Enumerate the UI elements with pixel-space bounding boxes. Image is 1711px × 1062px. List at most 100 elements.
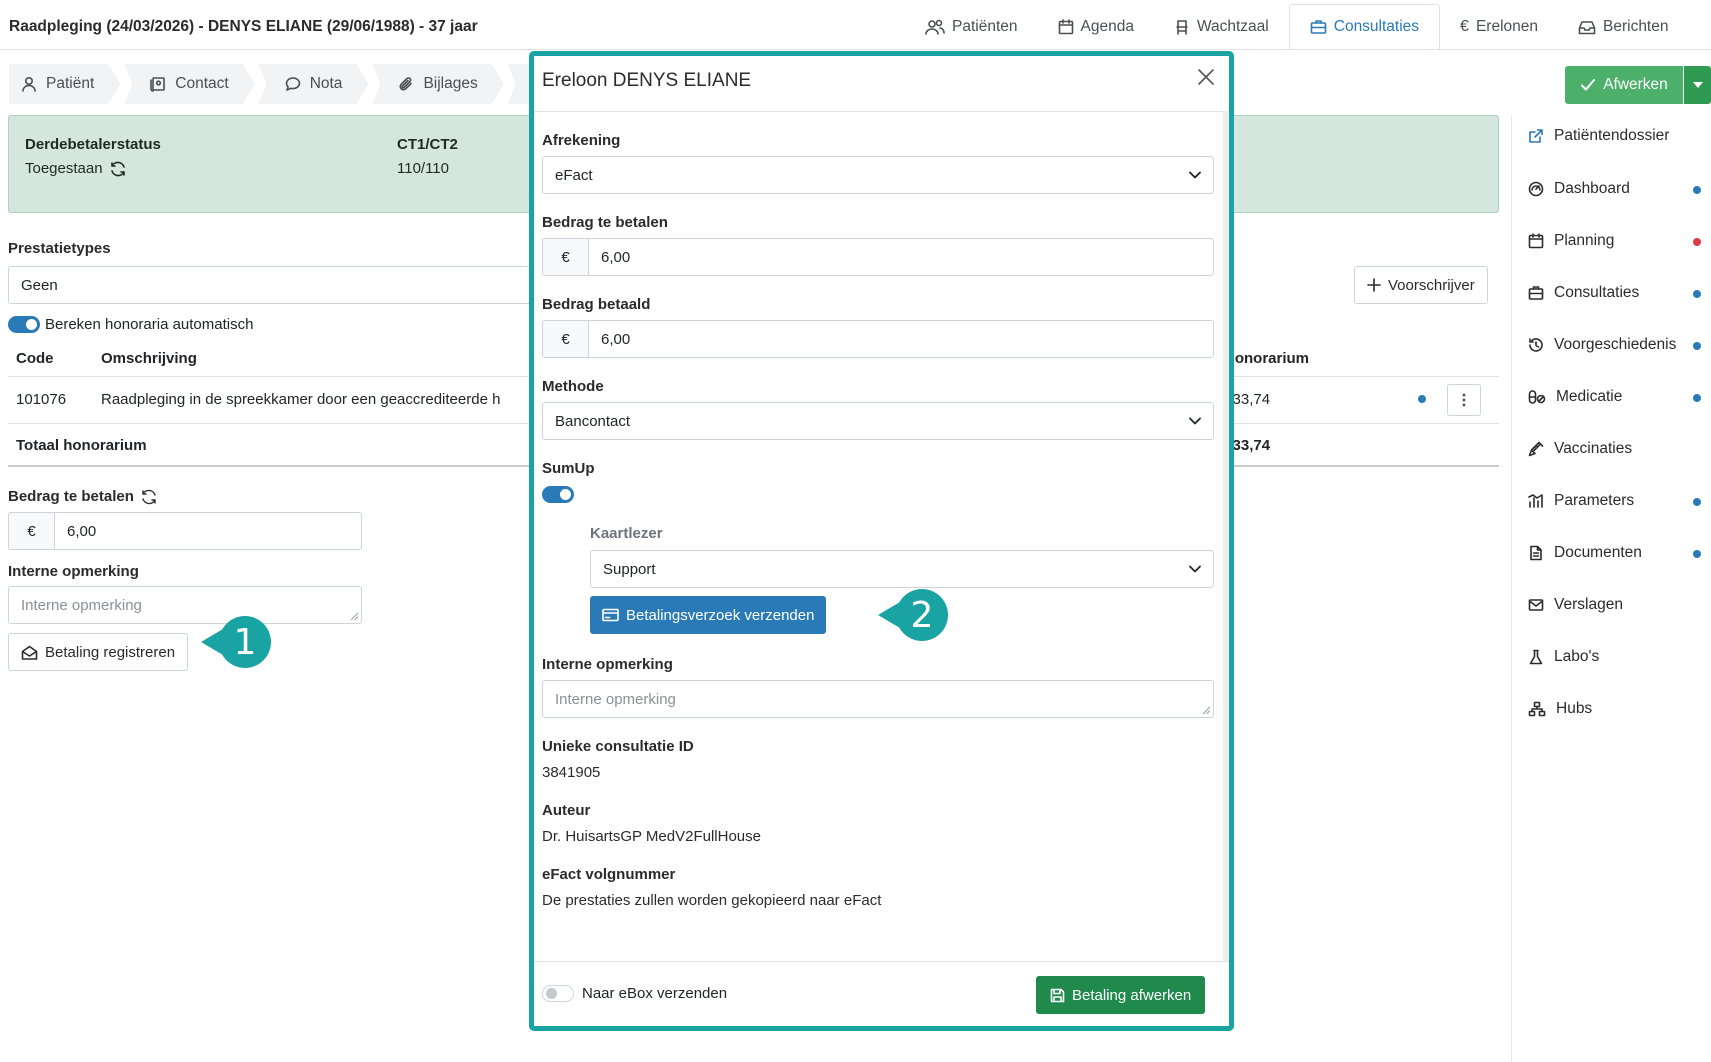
consultation-subtabs: Patiënt Contact Nota Bijlages bbox=[9, 64, 584, 104]
refresh-icon[interactable] bbox=[140, 489, 158, 505]
tab-erelonen[interactable]: € Erelonen bbox=[1440, 4, 1558, 50]
total-label: Totaal honorarium bbox=[16, 437, 147, 454]
tab-agenda[interactable]: Agenda bbox=[1038, 4, 1154, 50]
side-item-label: Vaccinaties bbox=[1554, 440, 1633, 457]
subtab-contact[interactable]: Contact bbox=[124, 64, 254, 104]
status-label-ct: CT1/CT2 bbox=[397, 136, 458, 153]
side-item-consultaties[interactable]: Consultaties bbox=[1528, 284, 1639, 302]
side-item-voorgeschiedenis[interactable]: Voorgeschiedenis bbox=[1528, 336, 1676, 354]
side-item-label: Patiëntendossier bbox=[1554, 127, 1670, 144]
inbox-icon bbox=[1578, 20, 1596, 34]
left-amount-input[interactable]: € 6,00 bbox=[8, 512, 362, 550]
side-item-medicatie[interactable]: Medicatie bbox=[1528, 388, 1622, 406]
send-payment-request-button[interactable]: Betalingsverzoek verzenden bbox=[590, 596, 827, 634]
mail-icon bbox=[1528, 599, 1544, 611]
tab-berichten[interactable]: Berichten bbox=[1558, 4, 1688, 50]
side-item-dashboard[interactable]: Dashboard bbox=[1528, 180, 1630, 198]
top-navigation: Patiënten Agenda Wachtzaal Consultaties … bbox=[905, 4, 1688, 50]
side-item-labos[interactable]: Labo's bbox=[1528, 648, 1599, 666]
chart-icon bbox=[1528, 494, 1543, 508]
side-item-documenten[interactable]: Documenten bbox=[1528, 544, 1642, 562]
ebox-label: Naar eBox verzenden bbox=[582, 985, 728, 1002]
side-item-vaccinaties[interactable]: Vaccinaties bbox=[1528, 440, 1632, 458]
resize-handle-icon[interactable] bbox=[1201, 705, 1211, 715]
auto-honoraria-row: Bereken honoraria automatisch bbox=[8, 316, 253, 333]
close-icon[interactable] bbox=[1197, 68, 1215, 86]
afwerken-button[interactable]: Afwerken bbox=[1565, 66, 1683, 104]
tab-wachtzaal[interactable]: Wachtzaal bbox=[1154, 4, 1289, 50]
tab-label: Berichten bbox=[1603, 18, 1669, 35]
betaling-registreren-button[interactable]: Betaling registreren bbox=[8, 633, 189, 671]
calendar-icon bbox=[1528, 233, 1544, 249]
status-text: Toegestaan bbox=[25, 160, 103, 177]
sumup-toggle[interactable] bbox=[542, 486, 574, 503]
history-icon bbox=[1529, 338, 1543, 352]
col-code: Code bbox=[16, 350, 54, 367]
row-actions-button[interactable] bbox=[1447, 384, 1481, 416]
subtab-nota[interactable]: Nota bbox=[259, 64, 369, 104]
side-status-dot bbox=[1693, 550, 1701, 558]
briefcase-icon bbox=[1310, 20, 1327, 34]
prestatietypes-select[interactable]: Geen bbox=[8, 266, 530, 304]
modal-footer-divider bbox=[534, 961, 1229, 962]
voorschrijver-button[interactable]: Voorschrijver bbox=[1354, 266, 1488, 304]
side-item-planning[interactable]: Planning bbox=[1528, 232, 1614, 250]
side-item-hubs[interactable]: Hubs bbox=[1528, 700, 1592, 718]
side-item-label: Medicatie bbox=[1556, 388, 1623, 405]
method-select[interactable]: Bancontact bbox=[542, 402, 1214, 440]
chevron-down-icon bbox=[1189, 417, 1201, 425]
auto-honoraria-toggle[interactable] bbox=[8, 316, 40, 333]
chat-icon bbox=[285, 76, 301, 92]
side-item-label: Parameters bbox=[1554, 492, 1635, 509]
ebox-toggle[interactable] bbox=[542, 985, 574, 1002]
subtab-patient[interactable]: Patiënt bbox=[9, 64, 120, 104]
reader-select[interactable]: Support bbox=[590, 550, 1214, 588]
side-item-verslagen[interactable]: Verslagen bbox=[1528, 596, 1623, 614]
chevron-down-icon bbox=[1189, 171, 1201, 179]
row-indicator-dot bbox=[1418, 395, 1426, 403]
consult-id-value: 3841905 bbox=[542, 764, 601, 781]
ereloon-modal: Ereloon DENYS ELIANE Afrekening eFact Be… bbox=[529, 51, 1234, 1031]
euro-icon: € bbox=[1460, 18, 1469, 35]
side-item-label: Planning bbox=[1554, 232, 1615, 249]
side-item-parameters[interactable]: Parameters bbox=[1528, 492, 1634, 510]
modal-remark-input[interactable]: Interne opmerking bbox=[542, 680, 1214, 718]
paid-input[interactable]: € 6,00 bbox=[542, 320, 1214, 358]
ebox-row: Naar eBox verzenden bbox=[542, 985, 727, 1002]
document-icon bbox=[1530, 545, 1542, 561]
afwerken-dropdown-toggle[interactable] bbox=[1684, 66, 1711, 104]
callout-marker-1: 1 bbox=[201, 616, 271, 668]
finish-payment-button[interactable]: Betaling afwerken bbox=[1036, 976, 1206, 1014]
subtab-bijlages[interactable]: Bijlages bbox=[372, 64, 503, 104]
syringe-icon bbox=[1528, 441, 1544, 457]
to-pay-value: 6,00 bbox=[601, 248, 631, 266]
envelope-open-icon bbox=[21, 645, 38, 660]
modal-scrollbar[interactable] bbox=[1223, 111, 1229, 961]
consult-id-label: Unieke consultatie ID bbox=[542, 738, 694, 755]
users-icon bbox=[925, 19, 945, 35]
hub-icon bbox=[1528, 701, 1546, 717]
modal-remark-placeholder: Interne opmerking bbox=[555, 690, 676, 708]
side-item-patientendossier[interactable]: Patiëntendossier bbox=[1528, 127, 1669, 145]
afrekening-select[interactable]: eFact bbox=[542, 156, 1214, 194]
left-remark-input[interactable]: Interne opmerking bbox=[8, 586, 362, 624]
tab-label: Erelonen bbox=[1475, 18, 1538, 35]
resize-handle-icon[interactable] bbox=[349, 611, 359, 621]
currency-prefix: € bbox=[9, 513, 55, 549]
save-icon bbox=[1050, 988, 1065, 1002]
topnav-divider bbox=[0, 49, 1711, 50]
prestatietypes-label: Prestatietypes bbox=[8, 240, 111, 257]
betaling-registreren-label: Betaling registreren bbox=[45, 643, 176, 661]
tab-label: Consultaties bbox=[1333, 18, 1420, 35]
refresh-icon[interactable] bbox=[109, 161, 127, 177]
afrekening-label: Afrekening bbox=[542, 132, 621, 149]
calendar-icon bbox=[1058, 19, 1073, 35]
finish-payment-label: Betaling afwerken bbox=[1072, 986, 1192, 1004]
side-status-dot bbox=[1693, 342, 1701, 350]
tab-consultaties[interactable]: Consultaties bbox=[1288, 4, 1441, 50]
voorschrijver-label: Voorschrijver bbox=[1388, 276, 1475, 294]
pills-icon bbox=[1528, 390, 1546, 404]
tab-patienten[interactable]: Patiënten bbox=[905, 4, 1038, 50]
to-pay-input[interactable]: € 6,00 bbox=[542, 238, 1214, 276]
modal-header-divider bbox=[534, 111, 1229, 112]
